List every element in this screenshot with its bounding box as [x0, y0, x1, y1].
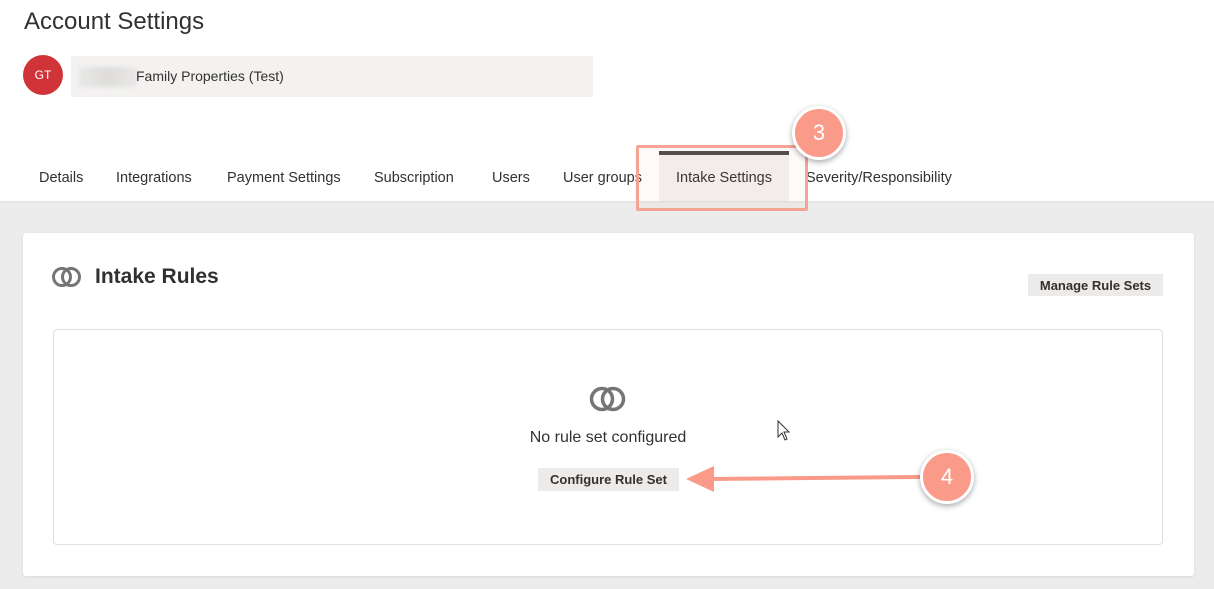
tab-bar: Details Integrations Payment Settings Su… [0, 151, 1214, 201]
redacted-text [79, 67, 137, 87]
tab-user-groups[interactable]: User groups [563, 151, 642, 201]
mouse-cursor-icon [777, 420, 791, 441]
manage-rule-sets-button[interactable]: Manage Rule Sets [1028, 274, 1163, 296]
annotation-highlight-box [636, 145, 808, 211]
header-area: Account Settings GT Family Properties (T… [0, 0, 1214, 201]
tab-details[interactable]: Details [39, 151, 83, 201]
intake-rules-card: Intake Rules Manage Rule Sets No rule se… [23, 233, 1194, 576]
overlapping-circles-icon [52, 267, 81, 287]
empty-state-message: No rule set configured [529, 429, 687, 446]
avatar: GT [23, 55, 63, 95]
page-title: Account Settings [24, 8, 205, 35]
account-selector[interactable]: Family Properties (Test) [71, 56, 593, 97]
annotation-step-badge-3: 3 [792, 106, 846, 160]
annotation-step-badge-4: 4 [920, 450, 974, 504]
card-title: Intake Rules [95, 265, 219, 288]
account-name: Family Properties (Test) [136, 68, 284, 84]
overlapping-circles-icon [589, 386, 626, 412]
empty-state-panel: No rule set configured Configure Rule Se… [53, 329, 1163, 545]
tab-users[interactable]: Users [492, 151, 530, 201]
tab-integrations[interactable]: Integrations [116, 151, 192, 201]
tab-payment-settings[interactable]: Payment Settings [227, 151, 341, 201]
tab-subscription[interactable]: Subscription [374, 151, 454, 201]
tab-severity-responsibility[interactable]: Severity/Responsibility [806, 151, 952, 201]
configure-rule-set-button[interactable]: Configure Rule Set [538, 468, 679, 491]
